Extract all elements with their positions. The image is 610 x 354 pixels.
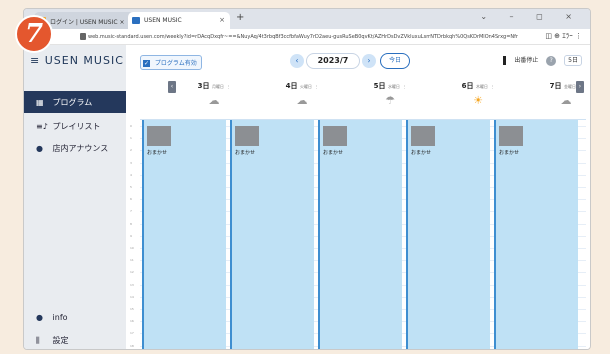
current-month: 2023/7 (306, 53, 360, 69)
sidebar-item-label: info (52, 313, 68, 322)
day-lane[interactable]: おまかせ (230, 120, 314, 349)
settings-icon: ⫼ (36, 336, 40, 345)
cloud-icon: ☁ (560, 94, 572, 107)
program-thumbnail[interactable] (499, 126, 523, 146)
speech-bubble-icon: ● (36, 144, 43, 153)
hour-label: 9 (130, 233, 132, 238)
hour-label: 18 (130, 343, 134, 348)
sidebar-item-label: 設定 (52, 336, 69, 345)
lock-icon (80, 33, 86, 40)
hour-label: 12 (130, 270, 134, 275)
hour-label: 2 (130, 148, 132, 153)
program-thumbnail[interactable] (411, 126, 435, 146)
window-controls[interactable]: ⌄ – ◻ × (480, 12, 582, 21)
tab-bar: ログイン | USEN MUSIC × USEN MUSIC × + ⌄ – ◻… (24, 9, 590, 29)
hour-label: 6 (130, 197, 132, 202)
playlist-icon: ≡♪ (36, 122, 48, 131)
sidebar-item-announce[interactable]: ● 店内アナウンス (24, 137, 126, 159)
toolbar-right: 出番停止 ? 5日 (497, 55, 582, 66)
step-badge: 7 (15, 15, 53, 53)
day-column-header: 3日 月曜日 ⋮ ☁ (170, 79, 258, 119)
grid-icon: ▦ (36, 98, 44, 107)
more-icon[interactable]: ⋮ (490, 84, 494, 89)
day-lane[interactable]: おまかせ (406, 120, 490, 349)
day-column-header: 4日 火曜日 ⋮ ☁ (258, 79, 346, 119)
tab-title: ログイン | USEN MUSIC × (50, 19, 125, 26)
prev-week-button[interactable]: ‹ (290, 54, 304, 68)
sidebar-item-playlist[interactable]: ≡♪ プレイリスト (24, 115, 126, 137)
browser-window: ログイン | USEN MUSIC × USEN MUSIC × + ⌄ – ◻… (23, 8, 591, 350)
day-column-header: 6日 木曜日 ⋮ ☀ (434, 79, 522, 119)
stop-label[interactable]: 出番停止 (514, 57, 538, 64)
hour-label: 10 (130, 246, 134, 250)
url-field[interactable]: web.music-standard.usen.com/weekly?id=rD… (88, 32, 518, 42)
new-tab-button[interactable]: + (236, 12, 244, 23)
page-background: 7 ログイン | USEN MUSIC × USEN MUSIC × + ⌄ –… (0, 0, 610, 354)
day-lane[interactable]: おまかせ (494, 120, 578, 349)
schedule-grid: おまかせ おまかせ おまかせ おまかせ おまかせ 0123 4 5 6 7 8 … (130, 119, 586, 349)
today-button[interactable]: 今日 (380, 53, 410, 69)
hour-label: 0 (130, 124, 132, 128)
hour-label: 3 (130, 160, 132, 165)
program-thumbnail[interactable] (147, 126, 171, 146)
more-icon[interactable]: ⋮ (314, 84, 318, 89)
sidebar-item-info[interactable]: ● info (24, 307, 126, 329)
program-label: おまかせ (411, 150, 432, 156)
program-label: おまかせ (235, 150, 256, 156)
sidebar-item-label: プログラム (52, 98, 93, 107)
sidebar-item-label: 店内アナウンス (52, 144, 109, 153)
checkbox-icon: ✓ (143, 60, 150, 67)
day-header: 3日 月曜日 ⋮ ☁ 4日 火曜日 ⋮ ☁ 5日 水曜日 ⋮ ☂ 6日 木曜日 … (140, 79, 586, 119)
program-enabled-checkbox[interactable]: ✓ プログラム有効 (140, 55, 202, 70)
hour-label: 8 (130, 221, 132, 226)
sidebar-item-settings[interactable]: ⫼ 設定 (24, 329, 126, 349)
program-label: おまかせ (147, 150, 168, 156)
program-thumbnail[interactable] (323, 126, 347, 146)
checkbox-label: プログラム有効 (154, 60, 197, 67)
sun-icon: ☀ (473, 94, 483, 107)
day-column-header: 7日 金曜日 ⋮ ☁ (522, 79, 590, 119)
tab-title: USEN MUSIC (144, 17, 182, 24)
app-logo: ≡ USEN MUSIC (30, 54, 124, 67)
cloud-icon: ☁ (208, 94, 220, 107)
main-panel: ✓ プログラム有効 ‹ 2023/7 › 今日 出番停止 ? 5日 ‹ › 3日… (126, 45, 590, 349)
close-tab-icon[interactable]: × (219, 16, 225, 24)
info-icon: ● (36, 313, 43, 322)
menu-icon[interactable]: ≡ (30, 54, 40, 67)
toolbar: ✓ プログラム有効 ‹ 2023/7 › 今日 出番停止 ? 5日 (126, 45, 590, 79)
hour-label: 15 (130, 307, 134, 311)
hour-label: 4 (130, 172, 132, 177)
sidebar-item-label: プレイリスト (52, 122, 101, 131)
browser-tab-usen[interactable]: USEN MUSIC × (128, 12, 230, 29)
hour-label: 7 (130, 209, 132, 214)
program-thumbnail[interactable] (235, 126, 259, 146)
day-lane[interactable]: おまかせ (142, 120, 226, 349)
more-icon[interactable]: ⋮ (402, 84, 406, 89)
hour-label: 5 (130, 185, 132, 189)
tab-favicon-icon (132, 17, 140, 24)
sidebar-item-program[interactable]: ▦ プログラム (24, 91, 126, 113)
hour-label: 1 (130, 136, 132, 141)
rain-icon: ☂ (385, 94, 395, 107)
program-label: おまかせ (499, 150, 520, 156)
hour-label: 11 (130, 258, 134, 263)
hour-label: 16 (130, 319, 134, 324)
divider-icon (503, 56, 507, 65)
hour-label: 17 (130, 331, 134, 336)
more-icon[interactable]: ⋮ (226, 84, 230, 89)
hour-label: 14 (130, 294, 134, 299)
program-label: おまかせ (323, 150, 344, 156)
sidebar: ≡ USEN MUSIC ▦ プログラム ≡♪ プレイリスト ● 店内アナウンス… (24, 45, 126, 349)
help-icon[interactable]: ? (546, 56, 557, 66)
cloud-icon: ☁ (296, 94, 308, 107)
more-icon[interactable]: ⋮ (578, 84, 582, 89)
browser-action-icons[interactable]: ◫ ⊕ ｴﾗｰ ⋮ (545, 31, 582, 41)
hour-label: 13 (130, 282, 134, 287)
next-week-button[interactable]: › (362, 54, 376, 68)
day-column-header: 5日 水曜日 ⋮ ☂ (346, 79, 434, 119)
day-lane[interactable]: おまかせ (318, 120, 402, 349)
range-select[interactable]: 5日 (564, 55, 582, 66)
address-bar[interactable]: web.music-standard.usen.com/weekly?id=rD… (24, 29, 590, 45)
